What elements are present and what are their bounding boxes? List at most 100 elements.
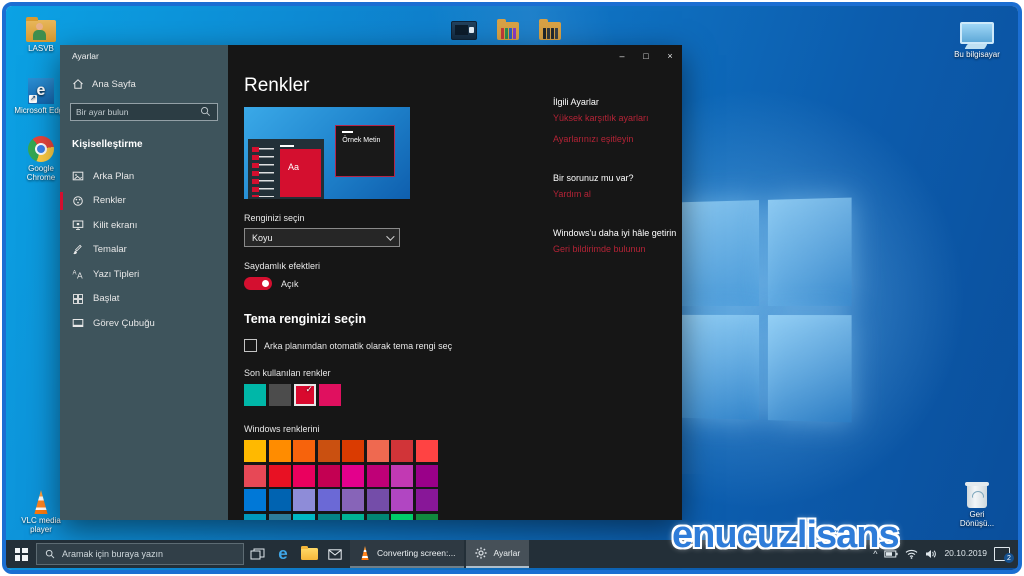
watermark: enucuzlisans	[672, 514, 899, 557]
settings-search-placeholder: Bir ayar bulun	[76, 107, 128, 117]
windows-color-swatch[interactable]	[367, 440, 389, 462]
windows-color-swatch[interactable]	[342, 465, 364, 487]
clock-date[interactable]: 20.10.2019	[944, 549, 987, 558]
windows-color-swatch[interactable]	[269, 514, 291, 521]
preview-sample-text: Örnek Metin	[342, 137, 388, 144]
windows-color-swatch[interactable]	[293, 440, 315, 462]
desktop-icon-label: Dönüşü...	[950, 519, 1004, 528]
desktop-icon-this-pc[interactable]: Bu bilgisayar	[950, 14, 1004, 59]
search-icon	[200, 106, 212, 118]
color-mode-dropdown[interactable]: Koyu	[244, 228, 400, 247]
taskbar-settings-icon	[72, 317, 84, 329]
windows-color-swatch[interactable]	[416, 489, 438, 511]
windows-color-swatch[interactable]	[318, 489, 340, 511]
selected-check-icon: ✓	[305, 384, 313, 395]
windows-color-swatch[interactable]	[269, 489, 291, 511]
settings-task-button[interactable]: Ayarlar	[466, 540, 529, 568]
sidebar-item-home[interactable]: Ana Sayfa	[60, 61, 228, 95]
windows-color-swatch[interactable]	[367, 489, 389, 511]
windows-color-swatch[interactable]	[293, 465, 315, 487]
this-pc-icon	[950, 14, 1004, 44]
window-title: Ayarlar	[60, 45, 228, 61]
windows-color-swatch[interactable]	[244, 440, 266, 462]
desktop-icon-screen-capture[interactable]	[444, 18, 484, 42]
notification-badge: 2	[1004, 553, 1014, 563]
settings-search-input[interactable]: Bir ayar bulun	[70, 103, 218, 121]
task-view-button[interactable]	[244, 540, 270, 568]
windows-color-swatch[interactable]	[342, 489, 364, 511]
settings-sidebar: Ayarlar Ana Sayfa Bir ayar bulun Kişisel…	[60, 45, 228, 520]
windows-logo-pane	[767, 198, 851, 306]
library-folder-dark-icon	[530, 16, 570, 40]
search-icon	[45, 549, 55, 559]
transparency-toggle[interactable]	[244, 277, 272, 290]
library-folder-color-icon	[488, 16, 528, 40]
maximize-button[interactable]: □	[634, 45, 658, 67]
background-icon	[72, 170, 84, 182]
windows-color-swatch[interactable]	[416, 465, 438, 487]
desktop-icon-label: Geri	[950, 510, 1004, 519]
windows-color-swatch[interactable]	[342, 514, 364, 521]
windows-color-swatch[interactable]	[367, 465, 389, 487]
windows-color-swatch[interactable]	[269, 440, 291, 462]
windows-color-swatch[interactable]	[416, 440, 438, 462]
action-center-button[interactable]: 2	[994, 547, 1010, 561]
sidebar-item-renkler[interactable]: Renkler	[60, 189, 228, 214]
desktop-icon-recycle-bin[interactable]: Geri Dönüşü...	[950, 478, 1004, 528]
close-button[interactable]: ×	[658, 45, 682, 67]
start-button[interactable]	[6, 540, 36, 568]
taskbar-search-input[interactable]: Aramak için buraya yazın	[36, 543, 244, 565]
wifi-icon[interactable]	[905, 549, 918, 559]
sidebar-item-temalar[interactable]: Temalar	[60, 238, 228, 263]
recent-color-swatch[interactable]: ✓	[294, 384, 316, 406]
windows-color-swatch[interactable]	[318, 514, 340, 521]
recent-color-swatch[interactable]	[269, 384, 291, 406]
minimize-button[interactable]: –	[610, 45, 634, 67]
sync-settings-link[interactable]: Ayarlarınızı eşitleyin	[553, 134, 682, 144]
settings-main-area: – □ × Renkler Aa	[228, 45, 682, 520]
sidebar-item-label: Temalar	[93, 244, 127, 255]
preview-tiles: Aa	[280, 149, 321, 197]
windows-color-swatch[interactable]	[244, 514, 266, 521]
vlc-task-button[interactable]: Converting screen:...	[350, 540, 464, 568]
recent-color-swatch[interactable]	[319, 384, 341, 406]
get-help-link[interactable]: Yardım al	[553, 189, 682, 199]
sidebar-item-yazi-tipleri[interactable]: AA Yazı Tipleri	[60, 262, 228, 287]
colors-icon	[72, 195, 84, 207]
windows-color-swatch[interactable]	[391, 489, 413, 511]
sidebar-item-kilit-ekrani[interactable]: Kilit ekranı	[60, 213, 228, 238]
auto-color-checkbox[interactable]	[244, 339, 257, 352]
sidebar-item-gorev-cubugu[interactable]: Görev Çubuğu	[60, 311, 228, 336]
settings-task-label: Ayarlar	[493, 548, 520, 558]
sidebar-item-arka-plan[interactable]: Arka Plan	[60, 164, 228, 189]
edge-taskbar-button[interactable]: e	[270, 540, 296, 568]
recent-color-swatch[interactable]	[244, 384, 266, 406]
windows-color-swatch[interactable]	[244, 465, 266, 487]
window-titlebar: – □ ×	[228, 45, 682, 67]
windows-color-swatch[interactable]	[269, 465, 291, 487]
vlc-cone-icon	[359, 546, 371, 560]
windows-color-swatch[interactable]	[318, 465, 340, 487]
windows-color-swatch[interactable]	[391, 440, 413, 462]
high-contrast-link[interactable]: Yüksek karşıtlık ayarları	[553, 113, 682, 123]
windows-color-swatch[interactable]	[391, 514, 413, 521]
windows-logo-pane	[678, 314, 758, 419]
windows-color-swatch[interactable]	[293, 514, 315, 521]
windows-color-swatch[interactable]	[293, 489, 315, 511]
windows-color-swatch[interactable]	[318, 440, 340, 462]
volume-icon[interactable]	[925, 549, 937, 559]
desktop-icon-library-color[interactable]	[488, 16, 528, 42]
feedback-link[interactable]: Geri bildirimde bulunun	[553, 244, 682, 254]
mail-button[interactable]	[322, 540, 348, 568]
windows-color-swatch[interactable]	[367, 514, 389, 521]
windows-color-swatch[interactable]	[391, 465, 413, 487]
windows-color-swatch[interactable]	[342, 440, 364, 462]
desktop-icon-library-dark[interactable]	[530, 16, 570, 42]
sidebar-item-baslat[interactable]: Başlat	[60, 287, 228, 312]
windows-color-swatch[interactable]	[416, 514, 438, 521]
svg-text:A: A	[73, 271, 77, 277]
file-explorer-button[interactable]	[296, 540, 322, 568]
windows-color-swatch[interactable]	[244, 489, 266, 511]
preview-start-menu: Aa	[248, 139, 324, 199]
recycle-bin-icon	[950, 478, 1004, 508]
